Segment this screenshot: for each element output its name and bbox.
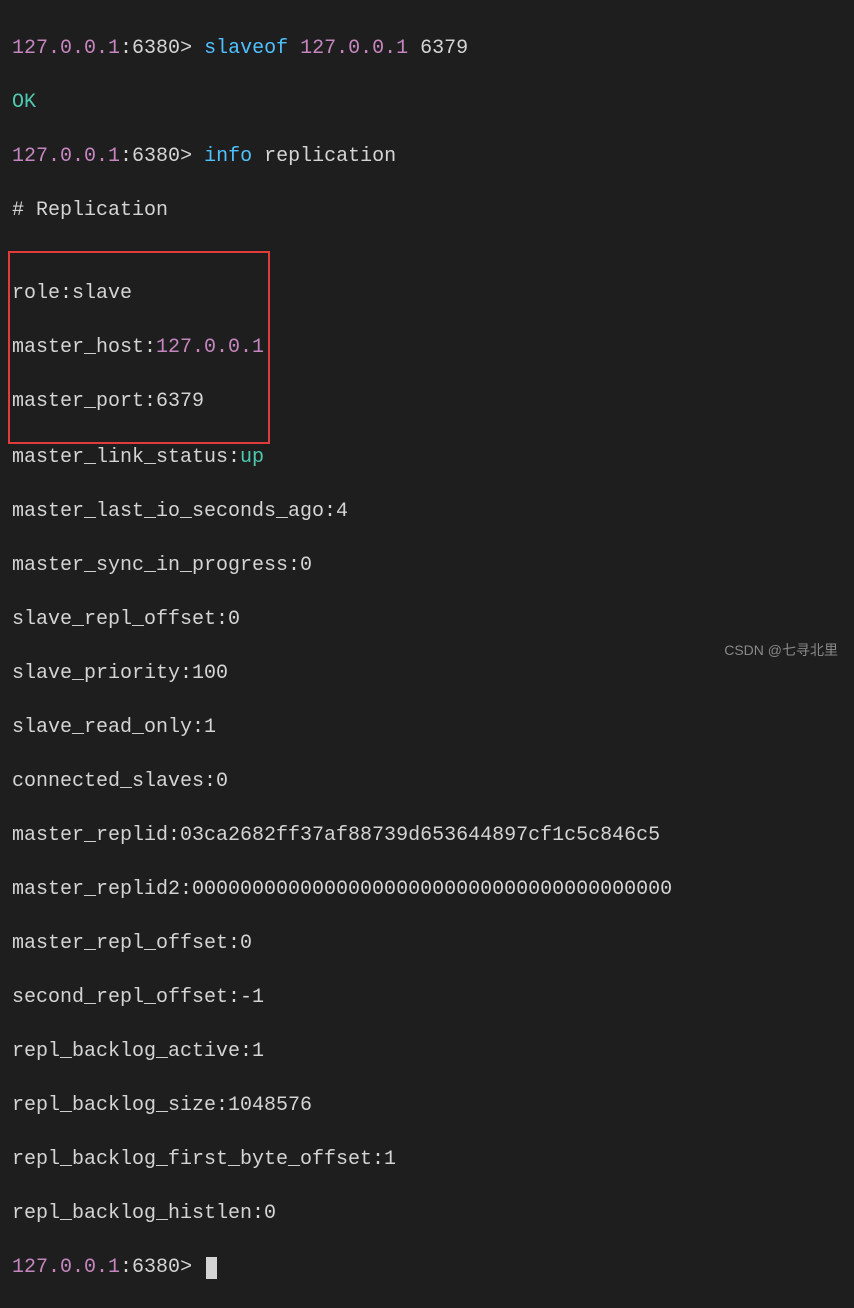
command-line-2: 127.0.0.1:6380> info replication [12, 143, 842, 170]
prompt-port: 6380 [132, 145, 180, 168]
prompt-sep: : [120, 145, 132, 168]
mhost-key: master_host: [12, 336, 156, 359]
output-line: repl_backlog_active:1 [12, 1038, 842, 1065]
master-port-line: master_port:6379 [12, 388, 264, 415]
watermark: CSDN @七寻北里 [724, 641, 838, 660]
highlighted-box: role:slave master_host:127.0.0.1 master_… [8, 251, 270, 444]
prompt-sep: : [120, 1256, 132, 1279]
output-line: repl_backlog_histlen:0 [12, 1200, 842, 1227]
cmd-slaveof: slaveof [204, 37, 288, 60]
output-line: slave_read_only:1 [12, 714, 842, 741]
command-line-1: 127.0.0.1:6380> slaveof 127.0.0.1 6379 [12, 35, 842, 62]
cmd-arg-host: 127.0.0.1 [300, 37, 408, 60]
output-line: repl_backlog_first_byte_offset:1 [12, 1146, 842, 1173]
prompt-gt: > [180, 37, 204, 60]
mport-val: 6379 [156, 390, 204, 413]
prompt-line-empty[interactable]: 127.0.0.1:6380> [12, 1254, 842, 1281]
output-line: master_repl_offset:0 [12, 930, 842, 957]
prompt-gt: > [180, 1256, 204, 1279]
role-key: role: [12, 282, 72, 305]
role-line: role:slave [12, 280, 264, 307]
role-val: slave [72, 282, 132, 305]
cmd-arg-replication: replication [264, 145, 396, 168]
prompt-host: 127.0.0.1 [12, 145, 120, 168]
output-line: slave_repl_offset:0 [12, 606, 842, 633]
mlink-val: up [240, 446, 264, 469]
ok-response: OK [12, 89, 842, 116]
prompt-host: 127.0.0.1 [12, 1256, 120, 1279]
ok-text: OK [12, 91, 36, 114]
master-host-line: master_host:127.0.0.1 [12, 334, 264, 361]
output-line: slave_priority:100 [12, 660, 842, 687]
mlink-key: master_link_status: [12, 446, 240, 469]
output-line: master_sync_in_progress:0 [12, 552, 842, 579]
replication-header: # Replication [12, 197, 842, 224]
output-line: master_replid2:0000000000000000000000000… [12, 876, 842, 903]
output-line: master_replid:03ca2682ff37af88739d653644… [12, 822, 842, 849]
mhost-val: 127.0.0.1 [156, 336, 264, 359]
prompt-port: 6380 [132, 1256, 180, 1279]
mport-key: master_port: [12, 390, 156, 413]
master-link-status-line: master_link_status:up [12, 444, 842, 471]
output-line: connected_slaves:0 [12, 768, 842, 795]
prompt-gt: > [180, 145, 204, 168]
prompt-sep: : [120, 37, 132, 60]
output-line: master_last_io_seconds_ago:4 [12, 498, 842, 525]
cmd-arg-port: 6379 [420, 37, 468, 60]
terminal-output[interactable]: 127.0.0.1:6380> slaveof 127.0.0.1 6379 O… [12, 8, 842, 1308]
output-line: second_repl_offset:-1 [12, 984, 842, 1011]
prompt-port: 6380 [132, 37, 180, 60]
cmd-info: info [204, 145, 252, 168]
output-line: repl_backlog_size:1048576 [12, 1092, 842, 1119]
cursor-icon [206, 1257, 217, 1279]
prompt-host: 127.0.0.1 [12, 37, 120, 60]
